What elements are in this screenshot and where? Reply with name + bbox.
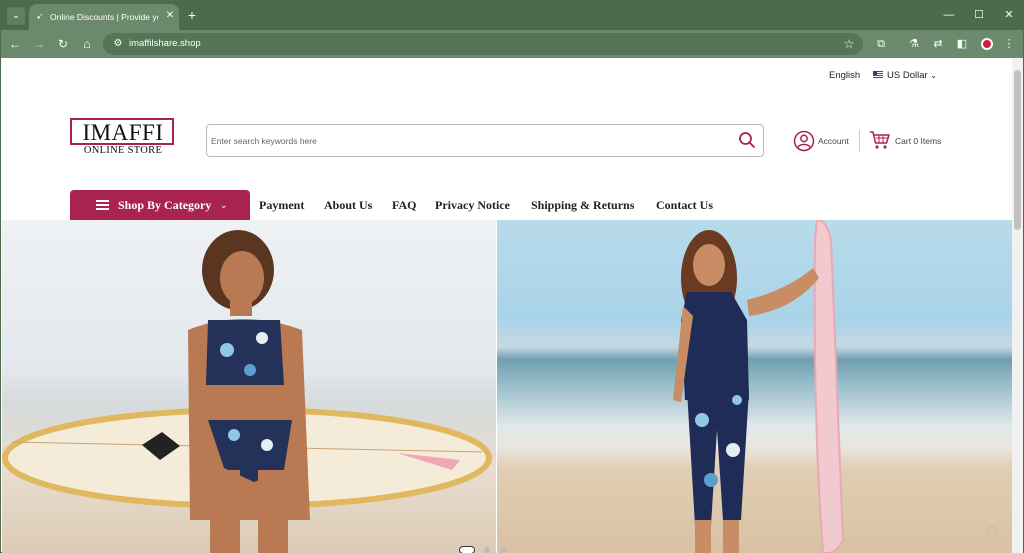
- store-logo[interactable]: IMAFFI ONLINE STORE: [70, 118, 176, 158]
- slider-dot-3[interactable]: [500, 547, 506, 553]
- reload-icon: ↻: [57, 37, 69, 51]
- category-button-label: Shop By Category: [118, 198, 212, 212]
- back-button[interactable]: ←: [7, 36, 23, 52]
- arrow-left-icon: ←: [9, 37, 21, 51]
- currency-selector[interactable]: US Dollar ⌄: [873, 69, 943, 83]
- cart-icon[interactable]: [869, 129, 891, 151]
- search-icon[interactable]: [738, 131, 756, 149]
- forward-button[interactable]: →: [31, 36, 47, 52]
- hero-slider[interactable]: [2, 220, 1012, 553]
- cart-link[interactable]: Cart 0 Items: [895, 134, 950, 148]
- more-vert-icon[interactable]: ⋮: [1001, 36, 1017, 52]
- browser-tab[interactable]: ➹ Online Discounts | Provide yo ✕: [29, 4, 179, 30]
- browser-toolbar: ← → ↻ ⌂ ⚙ imaffilshare.shop ☆ ⧉ ⚗ ⇄ ◧ ⋮: [1, 30, 1023, 58]
- translate-icon[interactable]: ⇄: [930, 36, 946, 52]
- account-icon[interactable]: [793, 130, 815, 152]
- hero-image-right: [497, 220, 1012, 553]
- chevron-down-icon: ⌄: [220, 200, 228, 210]
- chevron-down-icon: ⌄: [930, 71, 937, 80]
- browser-window: ⌄ ➹ Online Discounts | Provide yo ✕ + — …: [0, 0, 1024, 553]
- us-flag-icon: [873, 71, 883, 78]
- currency-label: US Dollar: [887, 70, 928, 81]
- header-divider: [859, 130, 860, 152]
- hero-image-left: [2, 220, 496, 553]
- site-favicon-icon: ➹: [36, 11, 44, 21]
- slider-dot-1[interactable]: [459, 546, 475, 553]
- tab-strip: ⌄ ➹ Online Discounts | Provide yo ✕ + — …: [1, 1, 1023, 30]
- slider-dots: [459, 546, 519, 553]
- web-page: English US Dollar ⌄ IMAFFI ONLINE STORE …: [2, 58, 1012, 553]
- flask-icon[interactable]: ⚗: [906, 36, 922, 52]
- star-icon[interactable]: ☆: [841, 36, 857, 52]
- logo-frame: IMAFFI: [70, 118, 174, 145]
- tab-search-button[interactable]: ⌄: [7, 7, 25, 25]
- puzzle-icon[interactable]: ⧉: [873, 36, 889, 52]
- reload-button[interactable]: ↻: [55, 36, 71, 52]
- minimize-button[interactable]: —: [942, 8, 956, 22]
- home-icon: ⌂: [83, 37, 91, 51]
- side-panel-icon[interactable]: ◧: [954, 36, 970, 52]
- surfer-photo-left: [2, 230, 492, 553]
- url-text[interactable]: imaffilshare.shop: [129, 37, 329, 51]
- profile-icon[interactable]: [981, 38, 993, 50]
- arrow-right-icon: →: [33, 37, 45, 51]
- search-input[interactable]: [211, 133, 711, 149]
- close-icon[interactable]: ✕: [164, 10, 176, 22]
- info-icon[interactable]: [987, 526, 997, 536]
- nav-link-shipping-returns[interactable]: Shipping & Returns: [531, 197, 634, 213]
- page-scrollbar[interactable]: [1012, 58, 1023, 553]
- tab-title: Online Discounts | Provide yo: [50, 12, 158, 22]
- home-button[interactable]: ⌂: [79, 36, 95, 52]
- chevron-down-icon: ⌄: [11, 10, 21, 21]
- surfer-photo-right: [673, 220, 845, 553]
- hamburger-icon: [96, 200, 109, 210]
- new-tab-button[interactable]: +: [185, 7, 199, 23]
- address-bar[interactable]: ⚙ imaffilshare.shop ☆: [103, 33, 863, 55]
- window-close-button[interactable]: ✕: [1002, 8, 1016, 22]
- shop-by-category-button[interactable]: Shop By Category ⌄: [70, 190, 250, 220]
- account-link[interactable]: Account: [818, 134, 854, 148]
- tune-icon[interactable]: ⚙: [111, 37, 125, 51]
- language-selector[interactable]: English: [829, 69, 865, 83]
- nav-link-about-us[interactable]: About Us: [324, 197, 372, 213]
- nav-link-faq[interactable]: FAQ: [392, 197, 416, 213]
- search-box: [206, 124, 764, 157]
- plus-icon: +: [187, 7, 197, 23]
- scrollbar-thumb[interactable]: [1014, 70, 1021, 230]
- maximize-button[interactable]: ☐: [972, 8, 986, 22]
- nav-link-payment[interactable]: Payment: [259, 197, 304, 213]
- nav-link-privacy-notice[interactable]: Privacy Notice: [435, 197, 510, 213]
- logo-main-text: IMAFFI: [82, 120, 164, 145]
- logo-sub-text: ONLINE STORE: [83, 145, 163, 156]
- nav-link-contact-us[interactable]: Contact Us: [656, 197, 713, 213]
- slider-dot-2[interactable]: [484, 547, 490, 553]
